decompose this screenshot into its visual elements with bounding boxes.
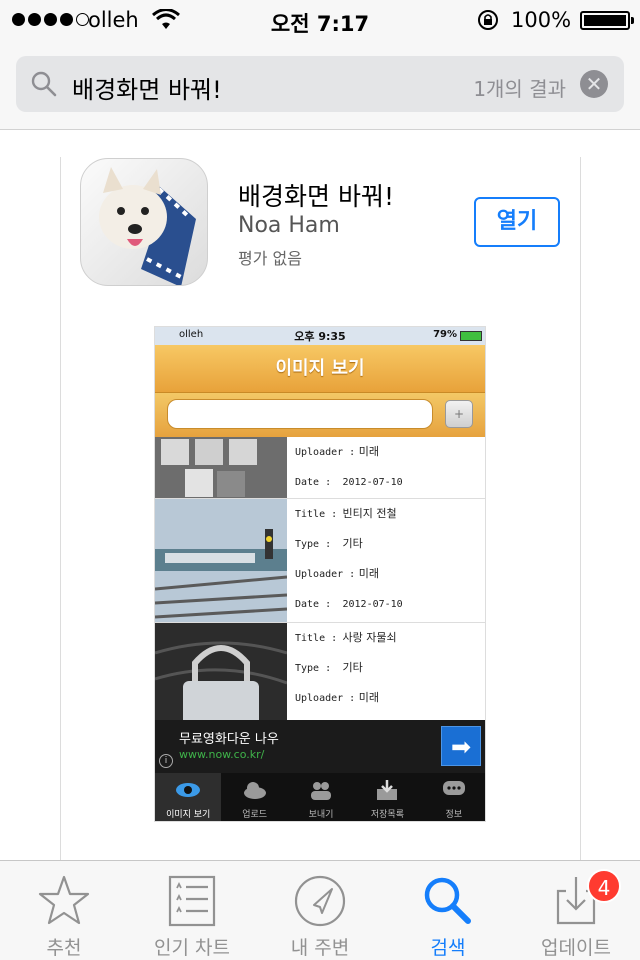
type-value: 기타 <box>342 661 363 674</box>
battery-percent: 100% <box>511 8 572 32</box>
uploader-value: 미래 <box>358 691 379 704</box>
dog-film-icon <box>99 167 196 285</box>
tab-near-me[interactable]: 내 주변 <box>256 861 384 960</box>
info-icon: i <box>159 754 173 768</box>
location-icon <box>294 875 346 927</box>
screenshot-search-bar: + <box>155 393 485 437</box>
search-query: 배경화면 바꿔! <box>72 76 222 104</box>
app-name[interactable]: 배경화면 바꿔! <box>238 177 394 213</box>
date-value: 2012-07-10 <box>342 599 403 610</box>
ad-url: www.now.co.kr/ <box>179 748 265 761</box>
uploader-value: 미래 <box>358 445 379 458</box>
search-icon <box>424 877 471 924</box>
tab-label: 추천 <box>46 937 82 959</box>
tab-top-charts[interactable]: 인기 차트 <box>128 861 256 960</box>
title-value: 사랑 자물쇠 <box>342 631 397 644</box>
chat-bubble-icon <box>442 781 465 795</box>
tab-featured[interactable]: 추천 <box>0 861 128 960</box>
battery-icon <box>580 11 634 30</box>
screenshot-add-button: + <box>445 400 473 428</box>
screenshot-tab-info: 정보 <box>421 773 485 821</box>
item-info: Title : 빈티지 전철 Type : 기타 Uploader : 미래 D… <box>295 499 403 619</box>
magnifier-icon <box>31 71 57 97</box>
tab-label: 인기 차트 <box>154 937 230 959</box>
screenshot-tab-upload: 업로드 <box>221 773 287 821</box>
download-tray-icon <box>377 780 398 800</box>
tab-search[interactable]: 검색 <box>384 861 512 960</box>
app-rating: 평가 없음 <box>238 249 302 268</box>
tab-label: 내 주변 <box>290 937 350 959</box>
eye-icon <box>176 783 201 797</box>
screenshot-tab-saved: 저장목록 <box>354 773 420 821</box>
update-badge: 4 <box>587 869 621 903</box>
ad-banner: 무료영화다운 나우 www.now.co.kr/ i ➡ <box>155 720 485 773</box>
app-icon[interactable] <box>80 158 208 286</box>
tab-updates[interactable]: 4 업데이트 <box>512 861 640 960</box>
app-developer: Noa Ham <box>238 213 340 238</box>
screenshot-tab-send: 보내기 <box>288 773 354 821</box>
date-value: 2012-07-10 <box>342 477 403 488</box>
open-button[interactable]: 열기 <box>474 197 560 247</box>
screenshot-tab-bar: 이미지 보기 업로드 보내기 저장목록 정보 <box>155 773 485 821</box>
screenshot-list-item: Uploader : 미래 Date : 2012-07-10 <box>155 437 485 499</box>
app-screenshot[interactable]: olleh 오후 9:35 79% 이미지 보기 + Uploader : 미래… <box>154 326 486 822</box>
screenshot-list-item: Title : 빈티지 전철 Type : 기타 Uploader : 미래 D… <box>155 499 485 623</box>
search-results: 배경화면 바꿔! Noa Ham 평가 없음 열기 olleh 오후 9:35 … <box>0 131 640 860</box>
screenshot-tab-view: 이미지 보기 <box>155 773 222 821</box>
screenshot-search-field <box>167 399 433 429</box>
type-value: 기타 <box>342 537 363 550</box>
rotation-lock-icon <box>478 10 498 30</box>
result-count: 1개의 결과 <box>473 77 566 101</box>
arrow-right-icon: ➡ <box>441 726 481 766</box>
thumbnail-image <box>155 499 287 622</box>
clear-search-button[interactable]: ✕ <box>580 70 608 98</box>
item-info: Uploader : 미래 Date : 2012-07-10 <box>295 437 403 497</box>
list-icon <box>168 875 216 927</box>
uploader-value: 미래 <box>358 567 379 580</box>
search-input[interactable]: 배경화면 바꿔! 1개의 결과 ✕ <box>16 56 624 112</box>
ad-title: 무료영화다운 나우 <box>179 732 279 747</box>
screenshot-battery-percent: 79% <box>433 329 457 340</box>
title-value: 빈티지 전철 <box>342 507 397 520</box>
status-bar: olleh 오전 7:17 100% <box>0 0 640 40</box>
cloud-upload-icon <box>243 782 266 799</box>
thumbnail-image <box>155 437 287 498</box>
people-icon <box>311 782 332 800</box>
screenshot-status-bar: olleh 오후 9:35 79% <box>155 327 485 345</box>
search-bar: 배경화면 바꿔! 1개의 결과 ✕ <box>0 40 640 130</box>
tab-bar: 추천 인기 차트 내 주변 검색 4 업데이트 <box>0 860 640 960</box>
item-info: Title : 사랑 자물쇠 Type : 기타 Uploader : 미래 <box>295 631 397 704</box>
screenshot-battery-icon <box>460 331 482 341</box>
screenshot-header: 이미지 보기 <box>155 345 485 393</box>
tab-label: 업데이트 <box>541 937 611 959</box>
star-icon <box>38 875 90 925</box>
tab-label: 검색 <box>430 937 466 959</box>
